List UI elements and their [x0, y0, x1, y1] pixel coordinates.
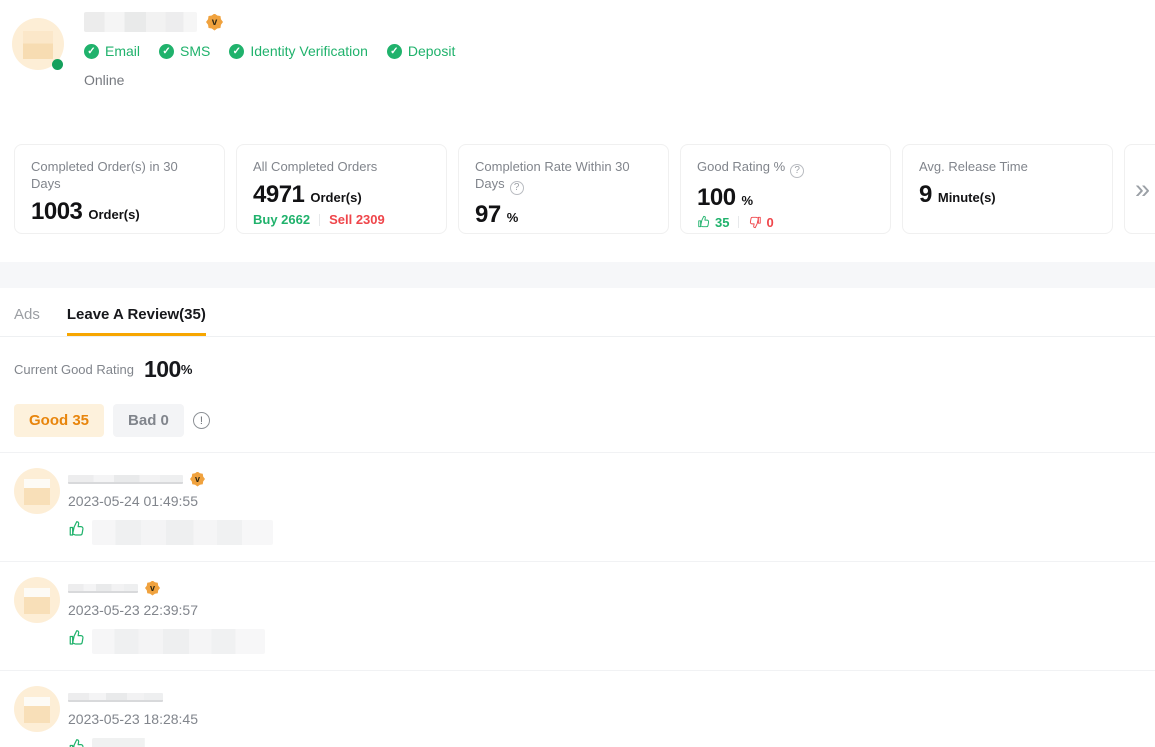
verification-sms: ✓ SMS: [159, 43, 210, 59]
check-icon: ✓: [159, 44, 174, 59]
thumbs-down-icon: [748, 215, 762, 229]
stat-label: All Completed Orders: [253, 159, 377, 174]
down-count-value: 0: [766, 215, 773, 230]
current-good-rating: Current Good Rating 100 %: [14, 356, 1141, 383]
stat-label: Completed Order(s) in 30 Days: [31, 159, 178, 191]
online-status-dot: [52, 59, 63, 70]
filter-bad-button[interactable]: Bad 0: [113, 404, 184, 437]
reviewer-avatar: [14, 686, 60, 732]
info-icon[interactable]: !: [193, 412, 210, 429]
tab-bar: Ads Leave A Review(35): [0, 288, 1155, 337]
buy-count: Buy 2662: [253, 212, 310, 227]
review-text-blurred: [92, 629, 265, 654]
review-timestamp: 2023-05-23 18:28:45: [68, 711, 198, 727]
review-item: v 2023-05-23 22:39:57: [0, 561, 1155, 670]
stat-value: 100: [697, 184, 736, 212]
verification-label: Identity Verification: [250, 43, 368, 59]
reviewer-name-blurred: [68, 584, 138, 593]
stat-unit: %: [507, 210, 519, 225]
verified-badge-icon: v: [145, 581, 160, 596]
merchant-avatar: [12, 18, 64, 70]
check-icon: ✓: [229, 44, 244, 59]
verification-deposit: ✓ Deposit: [387, 43, 455, 59]
stat-value: 4971: [253, 181, 304, 209]
stat-unit: Minute(s): [938, 190, 996, 205]
rating-value: 100: [144, 356, 181, 383]
verification-label: Deposit: [408, 43, 455, 59]
stat-value: 1003: [31, 198, 82, 226]
stat-unit: Order(s): [310, 190, 361, 205]
avatar-blur: [24, 588, 50, 614]
reviewer-name-blurred: [68, 693, 163, 702]
card-all-completed-orders: All Completed Orders 4971 Order(s) Buy 2…: [236, 144, 447, 234]
avatar-blur: [24, 697, 50, 723]
review-list: v 2023-05-24 01:49:55 v 2023-05-23 22:39…: [0, 452, 1155, 747]
rating-unit: %: [181, 362, 193, 377]
verification-label: SMS: [180, 43, 210, 59]
merchant-info: v ✓ Email ✓ SMS ✓ Identity Verification …: [84, 10, 455, 88]
review-text-blurred: [92, 520, 273, 545]
merchant-profile-header: v ✓ Email ✓ SMS ✓ Identity Verification …: [0, 0, 1155, 88]
thumbs-up-icon: [697, 215, 711, 229]
review-text-blurred: [92, 738, 147, 747]
review-item: v 2023-05-24 01:49:55: [0, 452, 1155, 561]
avatar-blur: [23, 31, 53, 59]
stat-unit: %: [742, 193, 754, 208]
reviewer-avatar: [14, 577, 60, 623]
review-timestamp: 2023-05-23 22:39:57: [68, 602, 265, 618]
stat-label: Avg. Release Time: [919, 159, 1028, 174]
thumbs-up-icon: [68, 738, 86, 747]
thumbs-up-count: 35: [697, 215, 729, 230]
thumbs-up-icon: [68, 629, 86, 647]
card-good-rating: Good Rating %? 100 % 35 0: [680, 144, 891, 234]
section-divider-band: [0, 262, 1155, 288]
tab-leave-a-review[interactable]: Leave A Review(35): [67, 306, 206, 336]
sell-count: Sell 2309: [329, 212, 385, 227]
stat-label: Completion Rate Within 30 Days: [475, 159, 630, 191]
verified-badge-icon: v: [190, 472, 205, 487]
verification-email: ✓ Email: [84, 43, 140, 59]
avatar-blur: [24, 479, 50, 505]
divider: [738, 216, 739, 228]
rating-label: Current Good Rating: [14, 362, 134, 377]
review-filter-row: Good 35 Bad 0 !: [14, 404, 1141, 437]
reviewer-name-blurred: [68, 475, 183, 484]
expand-stats-button[interactable]: »: [1124, 144, 1155, 234]
online-status-text: Online: [84, 72, 455, 88]
card-completion-rate: Completion Rate Within 30 Days? 97 %: [458, 144, 669, 234]
verification-label: Email: [105, 43, 140, 59]
help-icon[interactable]: ?: [790, 164, 804, 178]
thumbs-down-count: 0: [748, 215, 773, 230]
double-chevron-right-icon: »: [1135, 176, 1150, 203]
merchant-name-blurred: [84, 12, 197, 32]
review-timestamp: 2023-05-24 01:49:55: [68, 493, 273, 509]
check-icon: ✓: [84, 44, 99, 59]
up-count-value: 35: [715, 215, 729, 230]
reviewer-avatar: [14, 468, 60, 514]
filter-good-button[interactable]: Good 35: [14, 404, 104, 437]
card-avg-release-time: Avg. Release Time 9 Minute(s): [902, 144, 1113, 234]
stat-unit: Order(s): [88, 207, 139, 222]
verification-identity: ✓ Identity Verification: [229, 43, 368, 59]
review-item: v 2023-05-23 18:28:45: [0, 670, 1155, 747]
divider: [319, 214, 320, 226]
check-icon: ✓: [387, 44, 402, 59]
help-icon[interactable]: ?: [510, 181, 524, 195]
stat-value: 97: [475, 201, 501, 229]
stats-card-row: Completed Order(s) in 30 Days 1003 Order…: [0, 144, 1155, 234]
verified-merchant-badge-icon: v: [206, 14, 223, 31]
tab-ads[interactable]: Ads: [14, 306, 40, 336]
verification-badges: ✓ Email ✓ SMS ✓ Identity Verification ✓ …: [84, 43, 455, 59]
stat-label: Good Rating %: [697, 159, 785, 174]
stat-value: 9: [919, 181, 932, 209]
merchant-name-row: v: [84, 10, 455, 34]
card-completed-orders-30d: Completed Order(s) in 30 Days 1003 Order…: [14, 144, 225, 234]
thumbs-up-icon: [68, 520, 86, 538]
